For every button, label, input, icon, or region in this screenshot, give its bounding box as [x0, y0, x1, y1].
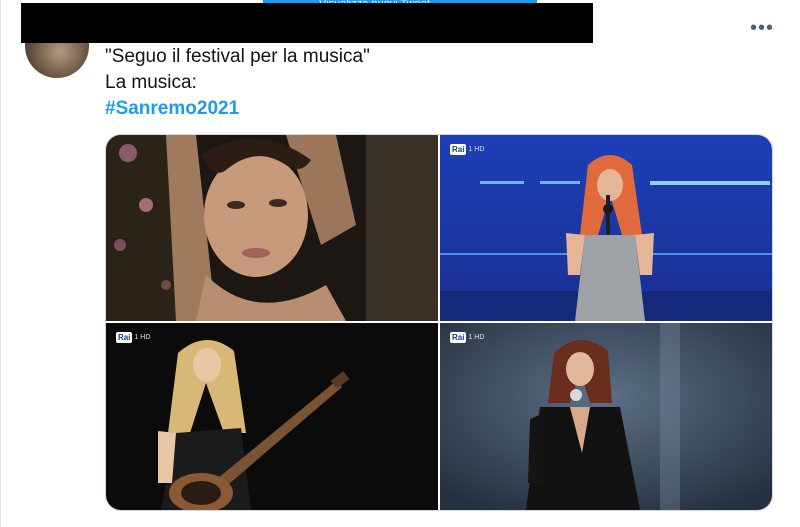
photo-woman-lying-among-flowers-image — [106, 135, 438, 321]
photo-woman-lying-among-flowers[interactable] — [106, 135, 438, 321]
photo-singer-black-jacket[interactable]: Rai 1 HD — [440, 323, 772, 510]
rai-logo-text: Rai — [450, 331, 467, 343]
tweet-text: "Seguo il festival per la musica" La mus… — [105, 44, 705, 122]
photo-guitarist-performing-image — [106, 323, 438, 510]
photo-guitarist-performing[interactable]: Rai 1 HD — [106, 323, 438, 510]
redacted-user-name-bar — [21, 3, 593, 43]
photo-singer-red-hair-stage-image — [440, 135, 772, 321]
rai-logo: Rai 1 HD — [116, 331, 150, 343]
rai-logo-hd: 1 HD — [468, 145, 485, 153]
rai-logo-text: Rai — [116, 331, 133, 343]
tweet-quote-line: "Seguo il festival per la musica" — [105, 46, 370, 67]
rai-logo-hd: 1 HD — [468, 333, 485, 341]
rai-logo-hd: 1 HD — [134, 333, 151, 341]
tweet-music-line: La musica: — [105, 72, 197, 93]
hashtag-link[interactable]: #Sanremo2021 — [105, 96, 705, 122]
photo-singer-red-hair-stage[interactable]: Rai 1 HD — [440, 135, 772, 321]
more-options-button[interactable]: ••• — [749, 18, 775, 38]
tweet-card[interactable]: Visualizza nuovi Tweet ••• "Seguo il fes… — [0, 0, 800, 527]
media-grid: Rai 1 HD Rai 1 HD Rai 1 HD — [105, 134, 773, 511]
rai-logo-text: Rai — [450, 143, 467, 155]
rai-logo: Rai 1 HD — [450, 331, 484, 343]
rai-logo: Rai 1 HD — [450, 143, 484, 155]
photo-singer-black-jacket-image — [440, 323, 772, 510]
